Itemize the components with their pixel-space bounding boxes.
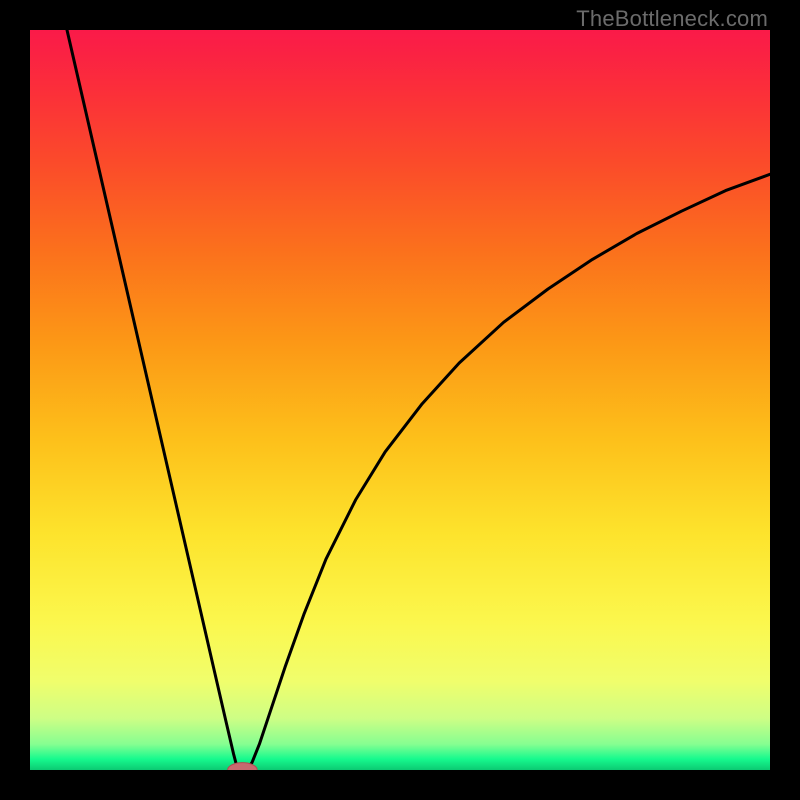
- chart-background: [30, 30, 770, 770]
- chart-frame: TheBottleneck.com: [0, 0, 800, 800]
- watermark-text: TheBottleneck.com: [576, 6, 768, 32]
- plot-area: [30, 30, 770, 770]
- chart-svg: [30, 30, 770, 770]
